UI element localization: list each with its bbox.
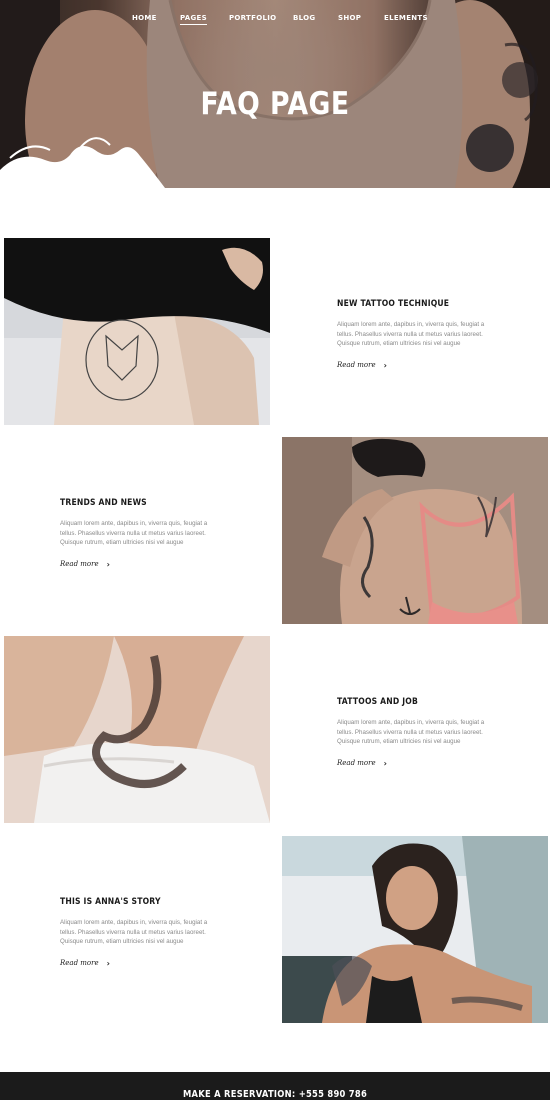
chevron-right-icon: ›: [106, 958, 110, 968]
page-title: FAQ PAGE: [200, 86, 350, 122]
post-title[interactable]: TATTOOS AND JOB: [337, 697, 490, 707]
post-text-1: NEW TATTOO TECHNIQUE Aliquam lorem ante,…: [337, 299, 507, 372]
nav-portfolio[interactable]: Portfolio: [229, 14, 276, 22]
nav-pages[interactable]: Pages: [180, 14, 207, 25]
post-row-3: TATTOOS AND JOB Aliquam lorem ante, dapi…: [0, 636, 550, 823]
main-nav: Home Pages Portfolio Blog Shop Elements: [0, 14, 550, 28]
read-more-link[interactable]: Read more ›: [337, 361, 387, 370]
chevron-right-icon: ›: [383, 758, 387, 768]
post-excerpt: Aliquam lorem ante, dapibus in, viverra …: [337, 719, 485, 745]
read-more-label: Read more: [60, 560, 99, 568]
nav-elements[interactable]: Elements: [384, 14, 428, 22]
post-title[interactable]: NEW TATTOO TECHNIQUE: [337, 299, 490, 309]
reservation-footer: MAKE A RESERVATION: +555 890 786: [0, 1072, 550, 1100]
post-row-1: NEW TATTOO TECHNIQUE Aliquam lorem ante,…: [0, 238, 550, 425]
post-image-1[interactable]: [4, 238, 270, 425]
post-title[interactable]: THIS IS ANNA'S STORY: [60, 897, 213, 907]
nav-blog[interactable]: Blog: [293, 14, 315, 22]
post-text-2: TRENDS AND NEWS Aliquam lorem ante, dapi…: [60, 498, 230, 571]
post-image-4[interactable]: [282, 836, 548, 1023]
nav-home[interactable]: Home: [132, 14, 157, 22]
post-excerpt: Aliquam lorem ante, dapibus in, viverra …: [60, 919, 208, 945]
chevron-right-icon: ›: [383, 360, 387, 370]
tattoo-back-photo: [282, 437, 548, 624]
read-more-link[interactable]: Read more ›: [337, 759, 387, 768]
post-excerpt: Aliquam lorem ante, dapibus in, viverra …: [337, 321, 485, 347]
post-image-3[interactable]: [4, 636, 270, 823]
post-text-4: THIS IS ANNA'S STORY Aliquam lorem ante,…: [60, 897, 230, 970]
read-more-label: Read more: [337, 361, 376, 369]
post-title[interactable]: TRENDS AND NEWS: [60, 498, 213, 508]
read-more-link[interactable]: Read more ›: [60, 560, 110, 569]
post-image-2[interactable]: [282, 437, 548, 624]
tattoo-thigh-photo: [4, 238, 270, 425]
post-row-2: TRENDS AND NEWS Aliquam lorem ante, dapi…: [0, 437, 550, 624]
read-more-label: Read more: [60, 959, 99, 967]
read-more-label: Read more: [337, 759, 376, 767]
read-more-link[interactable]: Read more ›: [60, 959, 110, 968]
chevron-right-icon: ›: [106, 559, 110, 569]
reservation-text[interactable]: MAKE A RESERVATION: +555 890 786: [33, 1089, 517, 1100]
post-text-3: TATTOOS AND JOB Aliquam lorem ante, dapi…: [337, 697, 507, 770]
post-row-4: THIS IS ANNA'S STORY Aliquam lorem ante,…: [0, 836, 550, 1023]
tattooed-woman-photo: [282, 836, 548, 1023]
hero-banner: Home Pages Portfolio Blog Shop Elements …: [0, 0, 550, 188]
tattoo-ankle-photo: [4, 636, 270, 823]
nav-shop[interactable]: Shop: [338, 14, 361, 22]
post-excerpt: Aliquam lorem ante, dapibus in, viverra …: [60, 520, 208, 546]
